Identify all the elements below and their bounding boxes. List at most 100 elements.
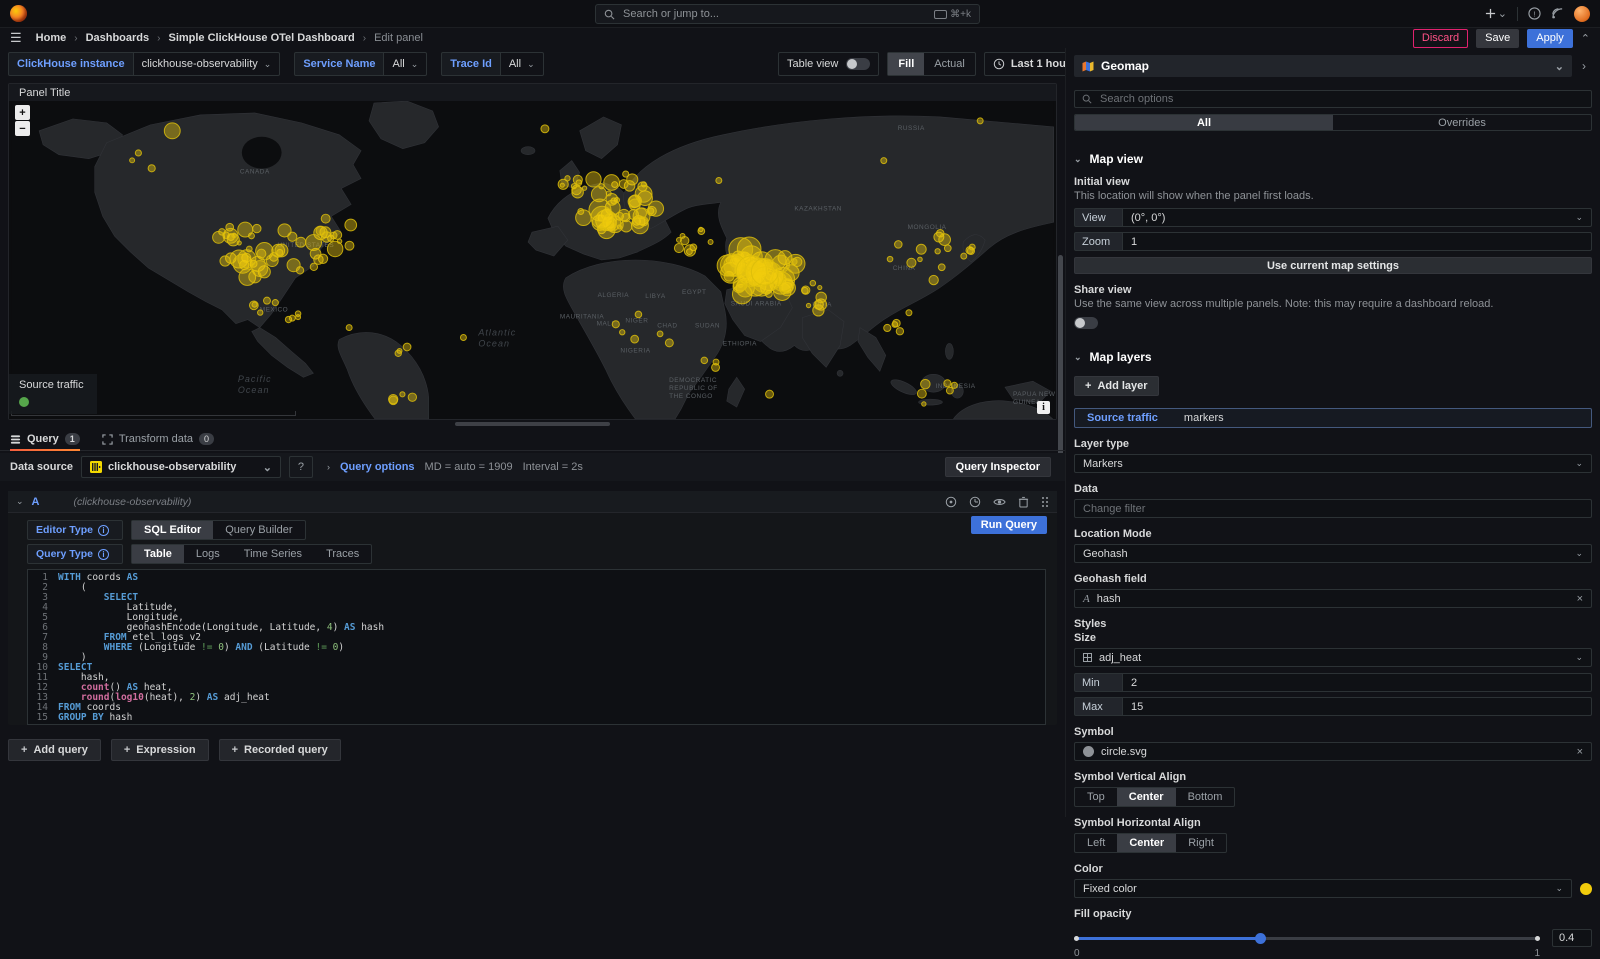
max-data-points: MD = auto = 1909 [425,461,513,473]
symbol-select[interactable]: circle.svg× [1074,742,1592,761]
recorded-query-button[interactable]: +Recorded query [219,739,341,761]
hide-query-icon[interactable] [993,496,1006,508]
sql-line-3: 3 SELECT [28,593,1045,603]
chevron-down-icon: ⌄ [1575,652,1583,663]
apply-button[interactable]: Apply [1527,29,1573,48]
min-input[interactable]: 2 [1122,673,1592,692]
slider-handle[interactable] [1255,933,1266,944]
news-icon[interactable] [1551,7,1564,20]
use-current-map-settings-button[interactable]: Use current map settings [1074,257,1592,274]
map-attribution-button[interactable]: i [1037,401,1050,414]
query-options-toggle[interactable]: Query options [340,461,415,473]
map-zoom-out-button[interactable]: − [15,121,30,136]
string-field-icon: A [1083,593,1090,605]
breadcrumb-item-home[interactable]: Home [36,32,67,44]
symbol-valign-center[interactable]: Center [1117,788,1176,806]
breadcrumb-item-dashboards[interactable]: Dashboards [86,32,150,44]
sql-editor[interactable]: 1WITH coords AS2 (3 SELECT4 Latitude,5 L… [27,569,1046,725]
help-icon[interactable]: ! [1528,7,1541,20]
query-history-icon[interactable] [969,496,981,508]
size-field-select[interactable]: adj_heat⌄ [1074,648,1592,667]
panel-title[interactable]: Panel Title [9,84,1056,101]
breadcrumb-item-simple-clickhouse-otel-dashboard[interactable]: Simple ClickHouse OTel Dashboard [168,32,354,44]
symbol-halign-center[interactable]: Center [1117,834,1176,852]
global-search-input[interactable] [621,7,928,21]
map-canvas[interactable]: + − [9,101,1056,419]
menu-icon[interactable]: ☰ [10,30,22,46]
symbol-valign-bottom[interactable]: Bottom [1176,788,1235,806]
fill-option[interactable]: Fill [888,53,924,75]
clear-icon[interactable]: × [1577,746,1583,758]
collapse-toolbar-icon[interactable]: ⌃ [1581,32,1590,45]
query-inspector-button[interactable]: Query Inspector [945,457,1051,477]
options-search[interactable] [1074,90,1592,108]
tab-overrides[interactable]: Overrides [1333,115,1591,130]
drag-handle-icon[interactable] [1041,496,1049,508]
section-map-layers[interactable]: ⌄ Map layers [1074,350,1592,364]
svg-text:NIGER: NIGER [625,318,648,325]
delete-query-icon[interactable] [1018,496,1029,508]
view-select[interactable]: (0°, 0°)⌄ [1122,208,1592,227]
collapse-options-icon[interactable]: › [1576,59,1592,73]
global-search[interactable]: ⌘+k [595,4,980,24]
save-button[interactable]: Save [1476,29,1519,48]
location-mode-select[interactable]: Geohash⌄ [1074,544,1592,563]
color-select[interactable]: Fixed color⌄ [1074,879,1572,898]
color-swatch[interactable] [1580,883,1592,895]
search-icon [1082,94,1092,104]
tab-transform-data[interactable]: Transform data 0 [102,433,214,450]
visualization-picker[interactable]: Geomap ⌄ [1074,55,1572,77]
query-help-icon[interactable] [945,496,957,508]
datasource-help-button[interactable]: ? [289,456,313,478]
editor-type-sql-editor[interactable]: SQL Editor [132,521,213,539]
symbol-halign-left[interactable]: Left [1075,834,1117,852]
fill-opacity-slider[interactable] [1074,932,1540,944]
expression-button[interactable]: +Expression [111,739,209,761]
discard-button[interactable]: Discard [1413,29,1468,48]
user-avatar[interactable] [1574,6,1590,22]
panel-resize-handle[interactable] [455,422,610,426]
max-input[interactable]: 15 [1122,697,1592,716]
datasource-picker[interactable]: clickhouse-observability ⌄ [81,456,281,478]
query-type-traces[interactable]: Traces [314,545,371,563]
trace-id-select[interactable]: All⌄ [501,52,544,76]
map-zoom-in-button[interactable]: + [15,105,30,120]
section-map-view[interactable]: ⌄ Map view [1074,152,1592,166]
fill-actual-segment: Fill Actual [887,52,975,76]
clear-icon[interactable]: × [1577,593,1583,605]
run-query-button[interactable]: Run Query [971,516,1047,534]
layer-type-select[interactable]: Markers⌄ [1074,454,1592,473]
query-type-time-series[interactable]: Time Series [232,545,314,563]
clickhouse-instance-select[interactable]: clickhouse-observability⌄ [134,52,281,76]
share-view-label: Share view [1074,284,1592,296]
zoom-input[interactable]: 1 [1122,232,1592,251]
geohash-field-select[interactable]: Ahash× [1074,589,1592,608]
tab-query[interactable]: Query 1 [10,433,80,450]
add-layer-button[interactable]: +Add layer [1074,376,1159,396]
table-view-toggle[interactable] [846,58,870,70]
editor-type-query-builder[interactable]: Query Builder [213,521,304,539]
options-search-input[interactable] [1098,92,1584,106]
tab-all[interactable]: All [1075,115,1333,130]
share-view-toggle[interactable] [1074,317,1098,329]
symbol-vertical-align-label: Symbol Vertical Align [1074,771,1592,783]
add-menu-button[interactable]: ⌄ [1485,7,1507,20]
service-name-select[interactable]: All⌄ [384,52,427,76]
fill-opacity-value[interactable]: 0.4 [1552,929,1592,947]
query-type-logs[interactable]: Logs [184,545,232,563]
sql-line-14: 14FROM coords [28,703,1045,713]
chevron-down-icon: ⌄ [411,59,419,70]
data-filter-select[interactable]: Change filter [1074,499,1592,518]
symbol-halign-right[interactable]: Right [1176,834,1226,852]
actual-option[interactable]: Actual [924,53,975,75]
collapse-query-icon[interactable]: ⌄ [16,496,24,507]
grafana-logo-icon[interactable] [10,5,27,22]
query-row-header[interactable]: ⌄ A (clickhouse-observability) [8,491,1057,513]
symbol-valign-top[interactable]: Top [1075,788,1117,806]
add-query-button[interactable]: +Add query [8,739,101,761]
layer-type-label: Layer type [1074,438,1592,450]
layer-source-traffic[interactable]: Source traffic markers [1074,408,1592,428]
svg-text:MAURITANIA: MAURITANIA [560,314,605,321]
query-type-table[interactable]: Table [132,545,184,563]
keyboard-shortcut-hint: ⌘+k [934,9,971,20]
